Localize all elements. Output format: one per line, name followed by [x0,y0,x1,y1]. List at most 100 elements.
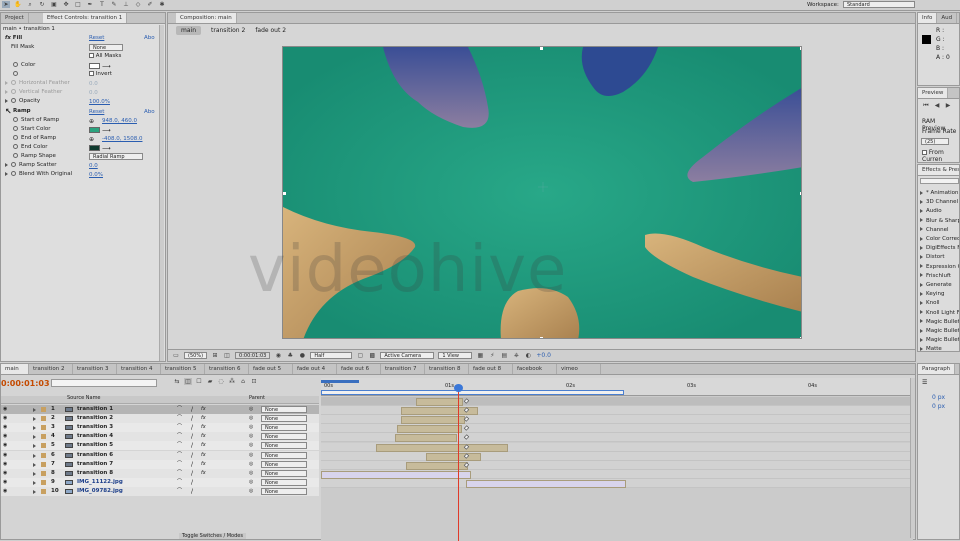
selection-tool-icon[interactable]: ➤ [2,1,10,8]
expand-triangle-icon[interactable] [920,199,923,204]
label-color-icon[interactable] [41,407,46,412]
timeline-tab[interactable]: facebook [513,364,557,374]
layer-search-input[interactable] [51,379,157,387]
shy-icon[interactable]: ⌒ [177,405,182,414]
layer-row[interactable]: ◉ 8 transition 8 ⌒ / fx ◎ None [1,468,319,478]
layer-duration-bar[interactable] [466,479,626,488]
tab-composition[interactable]: Composition: main [176,13,237,23]
label-color-icon[interactable] [41,470,46,476]
expand-triangle-icon[interactable] [5,171,8,176]
zoom-select[interactable]: (50%) [184,352,208,359]
timeline-graph[interactable]: 00s 01s 02s 03s 04s [321,378,913,541]
from-current-checkbox[interactable] [922,150,927,155]
stopwatch-icon[interactable] [11,171,16,176]
expand-triangle-icon[interactable] [33,453,36,458]
parent-pickwhip-icon[interactable]: ◎ [249,460,253,469]
layer-name[interactable]: transition 1 [77,405,113,414]
effects-category-item[interactable]: Magic Bullet [920,336,959,345]
camera-select[interactable]: Active Camera [380,352,435,359]
expand-triangle-icon[interactable] [920,264,923,269]
effects-category-item[interactable]: * Animation [920,189,959,198]
fx-icon[interactable]: fx [201,432,206,441]
pan-tool-icon[interactable]: ✥ [62,1,70,8]
label-color-icon[interactable] [41,488,46,494]
timeline-tab[interactable]: transition 4 [117,364,161,374]
shy-icon[interactable]: ⌒ [177,487,182,496]
expand-triangle-icon[interactable] [920,273,923,278]
expand-triangle-icon[interactable] [5,162,8,167]
effects-category-item[interactable]: Knoll [920,299,959,308]
parent-pickwhip-icon[interactable]: ◎ [249,423,253,432]
roto-tool-icon[interactable]: ✐ [146,1,154,8]
quality-icon[interactable]: / [191,460,193,469]
parent-pickwhip-icon[interactable]: ◎ [249,405,253,414]
eyedropper-icon[interactable]: ⟶ [102,63,111,70]
expand-triangle-icon[interactable] [920,328,923,333]
expand-triangle-icon[interactable] [920,319,923,324]
expand-triangle-icon[interactable] [920,282,923,287]
label-color-icon[interactable] [41,479,46,485]
timeline-tab[interactable]: transition 8 [425,364,469,374]
time-ruler[interactable]: 00s 01s 02s 03s 04s [321,378,913,396]
timeline-tab[interactable]: main [1,364,29,374]
expand-triangle-icon[interactable] [33,444,36,449]
layer-duration-bar[interactable] [376,443,508,452]
layer-duration-bar[interactable] [426,452,481,461]
tab-effect-controls[interactable]: Effect Controls: transition 1 [42,13,128,23]
show-snapshot-icon[interactable]: ♣ [286,352,294,359]
visibility-icon[interactable]: ◉ [3,441,7,450]
parent-select[interactable]: None [261,451,307,459]
ramp-about-link[interactable]: Abo [144,109,155,115]
layer-row[interactable]: ◉ 4 transition 4 ⌒ / fx ◎ None [1,432,319,442]
brainstorm-icon[interactable]: ⁂ [228,378,236,385]
label-color-icon[interactable] [41,443,46,449]
parent-select[interactable]: None [261,424,307,432]
fx-icon[interactable]: fx [201,451,206,460]
quality-icon[interactable]: / [191,441,193,450]
h-feather-value[interactable]: 0.0 [89,81,98,87]
timeline-tab[interactable]: fade out 6 [337,364,381,374]
layer-duration-bar[interactable] [397,425,462,434]
blend-value[interactable]: 0.0% [89,172,103,178]
align-icon[interactable]: ☰ [922,379,927,386]
fx-icon[interactable]: fx [201,405,206,414]
fast-preview-icon[interactable]: ⚡ [488,352,496,359]
quality-icon[interactable]: / [191,487,193,496]
timeline-tab[interactable]: transition 2 [29,364,73,374]
draft-3d-icon[interactable]: ◫ [184,378,192,385]
effects-category-item[interactable]: Knoll Light F [920,309,959,318]
effects-category-item[interactable]: Magic Bullet [920,318,959,327]
quality-icon[interactable]: / [191,469,193,478]
frame-rate-select[interactable]: (25) [921,138,949,145]
parent-pickwhip-icon[interactable]: ◎ [249,469,253,478]
expand-triangle-icon[interactable] [33,426,36,431]
brush-tool-icon[interactable]: ✎ [110,1,118,8]
keyframe-marker[interactable] [463,434,470,441]
pixel-aspect-icon[interactable]: ▦ [476,352,484,359]
shy-icon[interactable]: ⌒ [177,469,182,478]
expand-triangle-icon[interactable] [920,245,923,250]
timeline-tab[interactable]: transition 3 [73,364,117,374]
crosshair-icon[interactable]: ⊕ [89,118,94,125]
stamp-tool-icon[interactable]: ⊥ [122,1,130,8]
parent-header[interactable]: Parent [249,395,265,401]
frame-blend-icon[interactable]: ▰ [206,378,214,385]
visibility-icon[interactable]: ◉ [3,414,7,423]
effects-category-item[interactable]: Matte [920,345,959,351]
visibility-icon[interactable]: ◉ [3,460,7,469]
stopwatch-icon[interactable] [13,62,18,67]
parent-pickwhip-icon[interactable]: ◎ [249,487,253,496]
eyedropper-icon[interactable]: ⟶ [102,127,111,134]
stopwatch-icon[interactable] [13,144,18,149]
tab-preview[interactable]: Preview [918,88,949,98]
expand-triangle-icon[interactable] [5,98,8,103]
effects-category-item[interactable]: 3D Channel [920,198,959,207]
ramp-scatter-value[interactable]: 0.0 [89,163,98,169]
layer-name[interactable]: transition 7 [77,460,113,469]
layer-row[interactable]: ◉ 5 transition 5 ⌒ / fx ◎ None [1,441,319,451]
shy-icon[interactable]: ⌒ [177,441,182,450]
visibility-icon[interactable]: ◉ [3,432,7,441]
mask-tool-icon[interactable]: □ [74,1,82,8]
fill-color-swatch[interactable] [89,63,100,69]
parent-select[interactable]: None [261,460,307,468]
